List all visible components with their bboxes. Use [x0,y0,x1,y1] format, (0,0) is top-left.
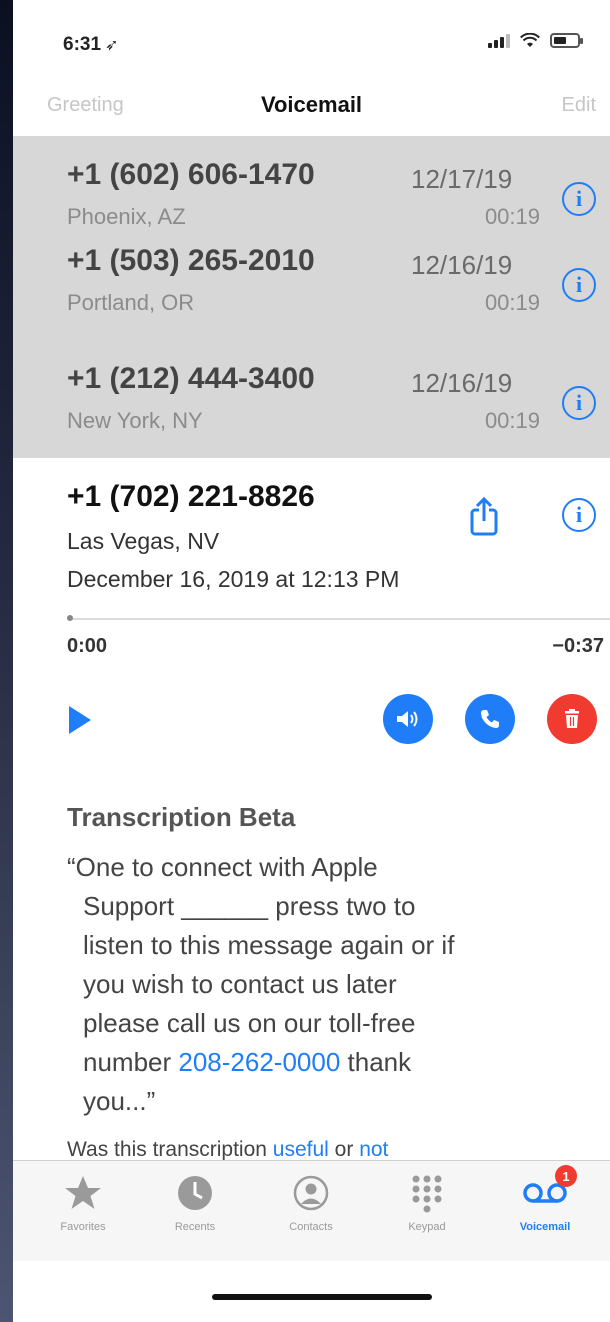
play-icon[interactable] [69,706,91,734]
voicemail-icon: 1 [495,1165,595,1215]
voicemail-number: +1 (212) 444-3400 [67,362,315,395]
voicemail-location: Phoenix, AZ [67,204,186,229]
tab-recents[interactable]: Recents [145,1171,245,1233]
edit-button[interactable]: Edit [562,94,596,117]
status-icons [488,32,583,48]
wifi-icon [520,32,540,47]
phone-icon [481,710,499,728]
tab-label: Contacts [289,1221,333,1233]
phone-screen: 6:31 ➶ Greeting Voicemail Edit +1 (602) 6… [13,0,610,1322]
voicemail-number: +1 (602) 606-1470 [67,158,315,191]
detail-location: Las Vegas, NV [67,528,220,554]
transcription-feedback: Was this transcription useful or not [67,1138,388,1162]
call-button[interactable] [465,694,515,744]
person-circle-icon [261,1171,361,1215]
nav-bar: Greeting Voicemail Edit [13,80,610,136]
status-bar: 6:31 ➶ [13,0,610,80]
share-icon[interactable] [467,496,501,536]
tab-label: Voicemail [519,1221,571,1233]
star-icon [33,1171,133,1215]
transcription-line: Support ______ press two to [83,891,416,921]
voicemail-location: New York, NY [67,408,203,433]
delete-button[interactable] [547,694,597,744]
clock-text: 6:31 [63,34,102,55]
speaker-icon [397,711,418,727]
voicemail-row[interactable]: +1 (212) 444-3400 New York, NY 12/16/19 … [13,362,610,458]
tab-label: Recents [174,1221,216,1233]
voicemail-badge: 1 [555,1165,577,1187]
voicemail-location: Portland, OR [67,290,195,315]
transcription-line: you wish to contact us later [83,969,397,999]
phone-number-link[interactable]: 208-262-0000 [178,1047,340,1077]
voicemail-date: 12/16/19 [411,368,513,398]
time-remaining: −0:37 [552,635,604,657]
info-icon[interactable]: i [562,182,596,216]
voicemail-date: 12/16/19 [411,250,513,280]
playback-scrubber[interactable] [67,615,610,621]
not-useful-link[interactable]: not [359,1138,388,1161]
speaker-button[interactable] [383,694,433,744]
transcription-text: “One to connect with Apple Support _____… [67,848,587,1121]
time-elapsed: 0:00 [67,635,108,657]
tab-contacts[interactable]: Contacts [261,1171,361,1233]
transcription-line: number 208-262-0000 thank [67,1043,587,1082]
battery-icon [550,32,583,48]
voicemail-duration: 00:19 [484,408,540,433]
feedback-text: Was this transcription [67,1138,273,1161]
info-icon[interactable]: i [562,268,596,302]
scrubber-handle[interactable] [67,615,73,621]
location-arrow-icon: ➶ [105,37,119,54]
tab-label: Keypad [408,1221,446,1233]
transcription-fragment: number [83,1047,179,1077]
tab-favorites[interactable]: Favorites [33,1171,133,1233]
status-time: 6:31 ➶ [63,34,118,56]
cellular-signal-icon [488,32,510,48]
voicemail-list: +1 (602) 606-1470 Phoenix, AZ 12/17/19 0… [13,136,610,458]
voicemail-number: +1 (503) 265-2010 [67,244,315,277]
tab-label: Favorites [60,1221,106,1233]
transcription-line: listen to this message again or if [83,930,455,960]
info-icon[interactable]: i [562,386,596,420]
feedback-text: or [328,1138,360,1161]
page-title: Voicemail [260,92,363,117]
voicemail-duration: 00:19 [484,204,540,229]
tab-voicemail[interactable]: 1 Voicemail [495,1165,595,1233]
transcription-line: you...” [83,1086,156,1116]
keypad-icon [377,1171,477,1215]
trash-icon [565,709,579,728]
transcription-fragment: thank [340,1047,412,1077]
detail-number: +1 (702) 221-8826 [67,480,315,513]
home-indicator[interactable] [212,1294,432,1300]
voicemail-duration: 00:19 [484,290,540,315]
detail-info-icon[interactable]: i [562,498,596,532]
voicemail-date: 12/17/19 [411,164,513,194]
tab-bar: Favorites Recents Contacts Keypad 1 Voic… [13,1160,610,1261]
voicemail-row[interactable]: +1 (503) 265-2010 Portland, OR 12/16/19 … [13,244,610,364]
clock-icon [145,1171,245,1215]
detail-datetime: December 16, 2019 at 12:13 PM [67,566,400,592]
useful-link[interactable]: useful [273,1138,329,1161]
transcription-title: Transcription Beta [67,802,296,832]
transcription-line: please call us on our toll-free [83,1008,416,1038]
transcription-line: “One to connect with Apple [67,852,378,882]
tab-keypad[interactable]: Keypad [377,1171,477,1233]
